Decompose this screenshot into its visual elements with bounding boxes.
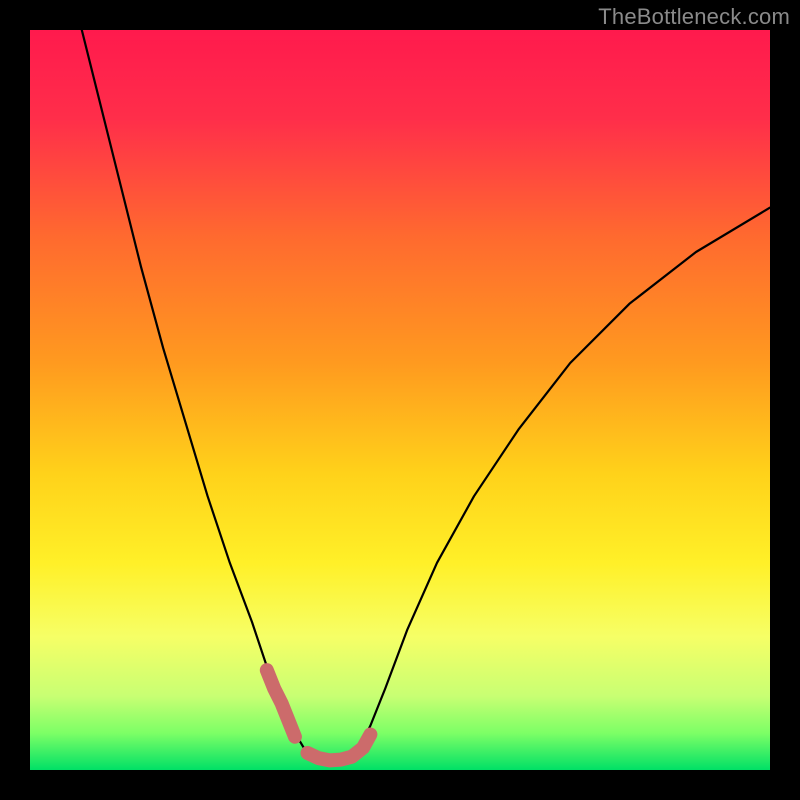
bottleneck-chart-svg <box>30 30 770 770</box>
plot-area <box>30 30 770 770</box>
chart-frame: TheBottleneck.com <box>0 0 800 800</box>
gradient-background <box>30 30 770 770</box>
watermark-text: TheBottleneck.com <box>598 4 790 30</box>
